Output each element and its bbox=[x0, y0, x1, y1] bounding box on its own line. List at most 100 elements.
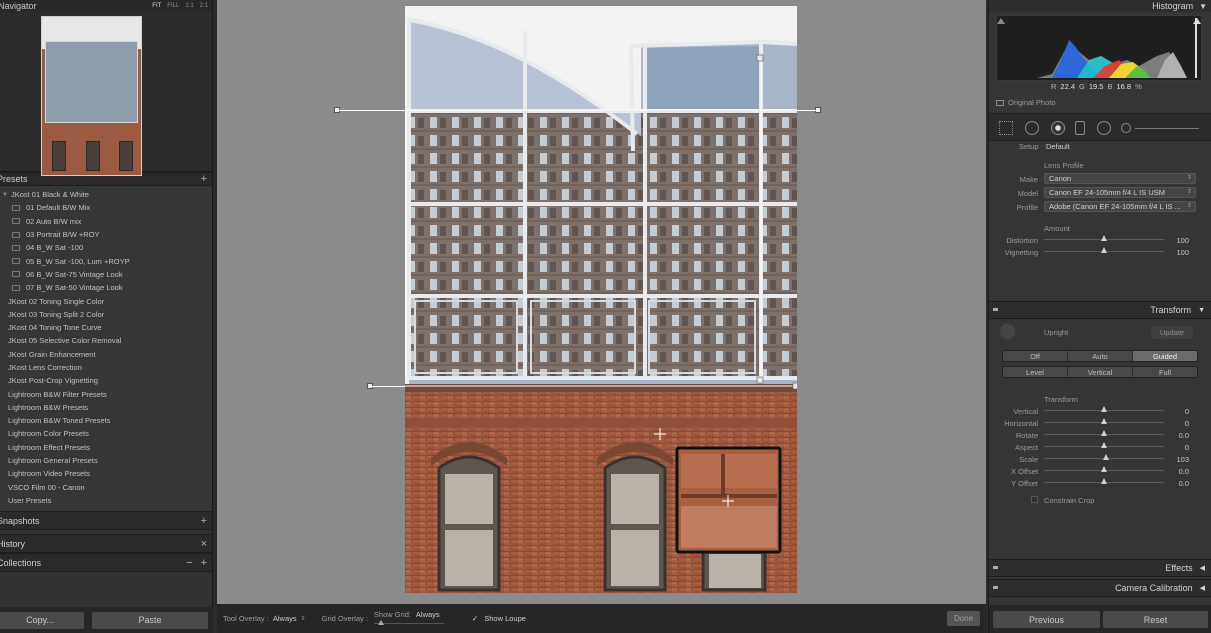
vignetting-value[interactable]: 100 bbox=[1165, 248, 1189, 257]
setup-select[interactable]: Default bbox=[1046, 142, 1070, 151]
collapse-arrow-icon[interactable]: ▼ bbox=[1199, 2, 1207, 11]
show-grid-select[interactable]: Always bbox=[416, 610, 440, 619]
profile-select[interactable]: Adobe (Canon EF 24-105mm f/4 L IS ... ⇕ bbox=[1044, 201, 1196, 212]
preset-folder[interactable]: JKost Lens Correction bbox=[0, 361, 212, 374]
transform-slider-value[interactable]: 0.0 bbox=[1165, 467, 1189, 476]
transform-header[interactable]: Transform ▼ bbox=[989, 301, 1211, 319]
spot-removal-icon[interactable] bbox=[1025, 121, 1039, 135]
preset-folder[interactable]: ▼ JKost 01 Black & White bbox=[0, 188, 212, 201]
preset-folder[interactable]: JKost 02 Toning Single Color bbox=[0, 294, 212, 307]
tool-overlay-select[interactable]: Always bbox=[273, 614, 297, 623]
preset-folder[interactable]: JKost 05 Selective Color Removal bbox=[0, 334, 212, 347]
preset-folder[interactable]: Lightroom B&W Presets bbox=[0, 401, 212, 414]
preset-item[interactable]: 02 Auto B/W mix bbox=[0, 215, 212, 228]
previous-button[interactable]: Previous bbox=[993, 611, 1100, 628]
zoom-fill[interactable]: FILL bbox=[167, 3, 179, 9]
expand-arrow-icon[interactable]: ◀ bbox=[1200, 584, 1205, 592]
preset-item[interactable]: 04 B_W Sat -100 bbox=[0, 241, 212, 254]
transform-slider-value[interactable]: 0.0 bbox=[1165, 479, 1189, 488]
transform-slider-value[interactable]: 0 bbox=[1165, 419, 1189, 428]
effects-header[interactable]: Effects ◀ bbox=[989, 559, 1211, 577]
update-button[interactable]: Update bbox=[1151, 326, 1193, 339]
preset-folder[interactable]: VSCO Film 00 - Canon bbox=[0, 481, 212, 494]
expand-arrow-icon[interactable]: ◀ bbox=[1200, 564, 1205, 572]
transform-slider-value[interactable]: 0.0 bbox=[1165, 431, 1189, 440]
grid-slider-track[interactable] bbox=[373, 622, 444, 624]
done-button[interactable]: Done bbox=[947, 611, 980, 626]
upright-level-button[interactable]: Level bbox=[1003, 367, 1068, 377]
navigator-header[interactable]: Navigator FIT FILL 1:1 2:1 bbox=[0, 0, 212, 12]
red-eye-icon[interactable] bbox=[1051, 121, 1065, 135]
transform-slider-knob[interactable] bbox=[1101, 418, 1107, 424]
folder-expand-icon[interactable]: ▼ bbox=[2, 192, 8, 198]
distortion-slider-knob[interactable] bbox=[1101, 235, 1107, 241]
image-canvas[interactable] bbox=[217, 0, 986, 604]
panel-switch-icon[interactable] bbox=[993, 586, 998, 589]
original-photo-toggle[interactable]: Original Photo bbox=[996, 98, 1056, 107]
add-preset-button[interactable]: + bbox=[201, 173, 207, 185]
reset-button[interactable]: Reset bbox=[1103, 611, 1208, 628]
radial-filter-icon[interactable] bbox=[1097, 121, 1111, 135]
remove-collection-button[interactable]: − bbox=[186, 557, 192, 569]
panel-switch-icon[interactable] bbox=[993, 308, 998, 311]
transform-slider-knob[interactable] bbox=[1101, 466, 1107, 472]
preset-folder[interactable]: JKost Grain Enhancement bbox=[0, 348, 212, 361]
constrain-crop-label[interactable]: Constrain Crop bbox=[1044, 496, 1094, 505]
brush-size-slider[interactable] bbox=[1135, 128, 1199, 129]
preset-folder[interactable]: JKost 04 Toning Tone Curve bbox=[0, 321, 212, 334]
histogram-graph[interactable] bbox=[996, 15, 1202, 81]
transform-slider-value[interactable]: 0 bbox=[1165, 443, 1189, 452]
preset-item[interactable]: 06 B_W Sat-75 Vintage Look bbox=[0, 268, 212, 281]
preset-folder[interactable]: JKost 03 Toning Split 2 Color bbox=[0, 308, 212, 321]
upright-full-button[interactable]: Full bbox=[1133, 367, 1197, 377]
upright-auto-button[interactable]: Auto bbox=[1068, 351, 1133, 361]
transform-slider-knob[interactable] bbox=[1102, 454, 1109, 460]
grid-slider-knob[interactable] bbox=[377, 619, 384, 625]
preset-folder[interactable]: Lightroom Color Presets bbox=[0, 427, 212, 440]
clear-history-button[interactable]: × bbox=[201, 538, 207, 550]
transform-slider-knob[interactable] bbox=[1101, 478, 1107, 484]
upright-off-button[interactable]: Off bbox=[1003, 351, 1068, 361]
preset-item[interactable]: 07 B_W Sat-50 Vintage Look bbox=[0, 281, 212, 294]
snapshots-header[interactable]: Snapshots + bbox=[0, 511, 212, 530]
graduated-filter-icon[interactable] bbox=[1075, 121, 1085, 135]
collapse-arrow-icon[interactable]: ▼ bbox=[1198, 307, 1205, 314]
panel-switch-icon[interactable] bbox=[993, 566, 998, 569]
transform-slider-knob[interactable] bbox=[1101, 430, 1107, 436]
zoom-fit[interactable]: FIT bbox=[152, 3, 161, 9]
crop-tool-icon[interactable] bbox=[999, 121, 1013, 135]
transform-slider-value[interactable]: 103 bbox=[1165, 455, 1189, 464]
preset-item[interactable]: 03 Portrait B/W +ROY bbox=[0, 228, 212, 241]
history-header[interactable]: History × bbox=[0, 534, 212, 553]
preset-folder[interactable]: Lightroom Video Presets bbox=[0, 467, 212, 480]
add-collection-button[interactable]: + bbox=[201, 557, 207, 569]
preset-folder[interactable]: User Presets bbox=[0, 494, 212, 507]
upright-vertical-button[interactable]: Vertical bbox=[1068, 367, 1133, 377]
preset-folder[interactable]: Lightroom B&W Filter Presets bbox=[0, 387, 212, 400]
distortion-value[interactable]: 100 bbox=[1165, 236, 1189, 245]
upright-target-icon[interactable] bbox=[999, 323, 1016, 340]
navigator-thumbnail[interactable] bbox=[41, 16, 142, 176]
preset-folder[interactable]: Lightroom Effect Presets bbox=[0, 441, 212, 454]
original-photo-checkbox[interactable] bbox=[996, 99, 1004, 106]
transform-slider-knob[interactable] bbox=[1101, 406, 1107, 412]
transform-slider-value[interactable]: 0 bbox=[1165, 407, 1189, 416]
model-select[interactable]: Canon EF 24-105mm f/4 L IS USM ⇕ bbox=[1044, 187, 1196, 198]
preset-item[interactable]: 05 B_W Sat -100, Lum +ROYP bbox=[0, 254, 212, 267]
preset-folder[interactable]: Lightroom General Presets bbox=[0, 454, 212, 467]
zoom-2-1[interactable]: 2:1 bbox=[200, 3, 208, 9]
vignetting-slider-knob[interactable] bbox=[1101, 247, 1107, 253]
preset-folder[interactable]: Lightroom B&W Toned Presets bbox=[0, 414, 212, 427]
add-snapshot-button[interactable]: + bbox=[201, 515, 207, 527]
camera-calibration-header[interactable]: Camera Calibration ◀ bbox=[989, 579, 1211, 597]
photo[interactable] bbox=[405, 6, 797, 593]
zoom-1-1[interactable]: 1:1 bbox=[185, 3, 193, 9]
adjustment-brush-icon[interactable] bbox=[1121, 123, 1131, 133]
preset-folder[interactable]: JKost Post-Crop Vignetting bbox=[0, 374, 212, 387]
upright-guided-button[interactable]: Guided bbox=[1133, 351, 1197, 361]
paste-button[interactable]: Paste bbox=[92, 611, 208, 629]
show-loupe-check-icon[interactable]: ✓ bbox=[472, 614, 478, 623]
transform-slider-knob[interactable] bbox=[1101, 442, 1107, 448]
show-loupe-label[interactable]: Show Loupe bbox=[484, 614, 526, 623]
histogram-header[interactable]: Histogram ▼ bbox=[989, 0, 1211, 12]
